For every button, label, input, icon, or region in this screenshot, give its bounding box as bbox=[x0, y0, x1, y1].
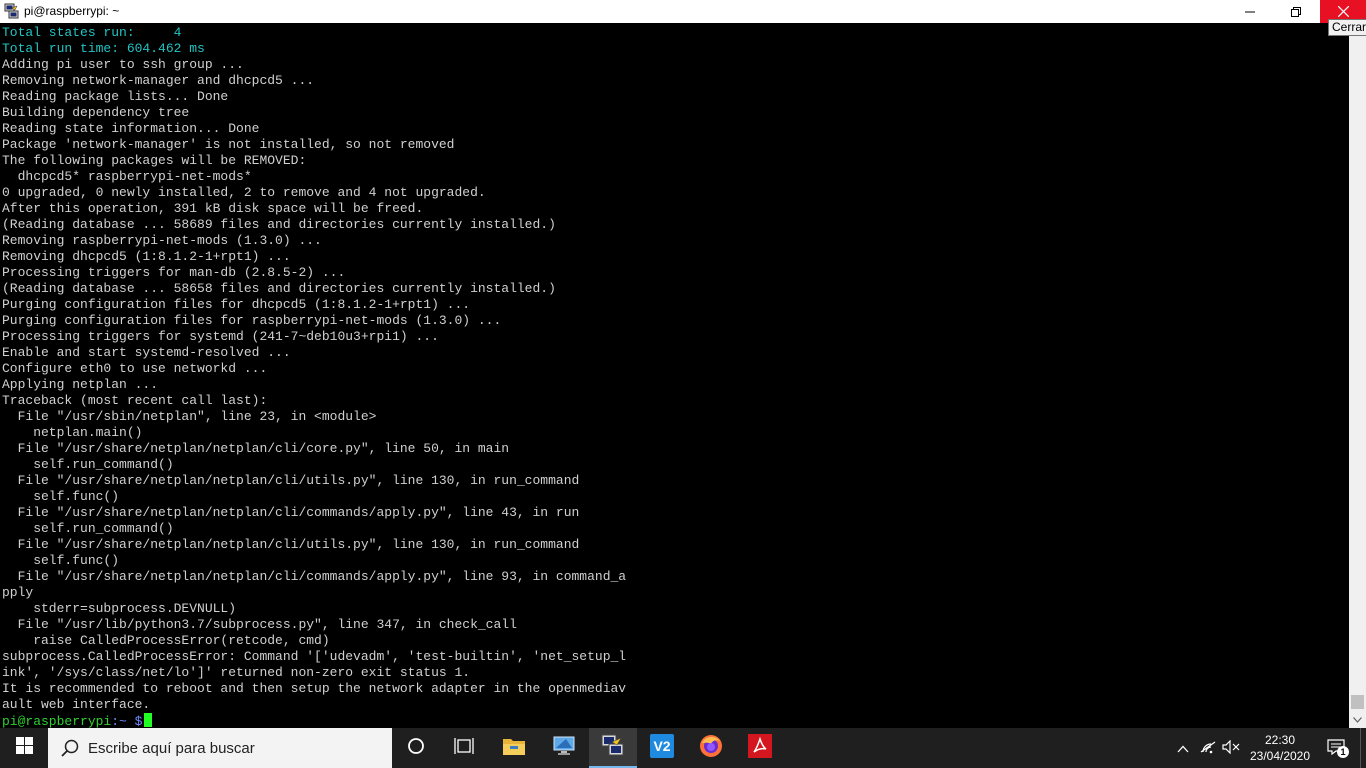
terminal-line: Traceback (most recent call last): bbox=[2, 393, 268, 408]
terminal-line: Removing network-manager and dhcpcd5 ... bbox=[2, 73, 315, 88]
terminal-prompt[interactable]: pi@raspberrypi:~ $ bbox=[0, 713, 1349, 728]
terminal-line: Purging configuration files for raspberr… bbox=[2, 313, 502, 328]
remote-desktop-icon bbox=[552, 735, 576, 762]
terminal-line: The following packages will be REMOVED: bbox=[2, 153, 307, 168]
clock-date: 23/04/2020 bbox=[1249, 749, 1311, 763]
volume-muted-icon bbox=[1222, 739, 1240, 757]
terminal-line: File "/usr/share/netplan/netplan/cli/com… bbox=[2, 569, 627, 584]
terminal-line: subprocess.CalledProcessError: Command '… bbox=[2, 649, 627, 664]
remote-desktop-button[interactable] bbox=[540, 728, 588, 768]
prompt-path: :~ bbox=[111, 714, 127, 728]
terminal-line: Adding pi user to ssh group ... bbox=[2, 57, 244, 72]
terminal-line: Processing triggers for systemd (241-7~d… bbox=[2, 329, 439, 344]
start-button[interactable] bbox=[0, 728, 48, 768]
prompt-user-host: pi@raspberrypi bbox=[2, 714, 112, 728]
firefox-icon bbox=[699, 734, 723, 763]
window-title-bar[interactable]: pi@raspberrypi: ~ bbox=[0, 0, 1366, 23]
terminal-line: Applying netplan ... bbox=[2, 377, 159, 392]
notification-icon: 1 bbox=[1327, 739, 1349, 758]
show-hidden-icons-button[interactable] bbox=[1172, 728, 1194, 768]
putty-icon bbox=[4, 3, 20, 19]
terminal-line: raise CalledProcessError(retcode, cmd) bbox=[2, 633, 330, 648]
terminal-line: stderr=subprocess.DEVNULL) bbox=[2, 601, 237, 616]
notification-count-badge: 1 bbox=[1337, 746, 1349, 758]
terminal-line: Processing triggers for man-db (2.8.5-2)… bbox=[2, 265, 346, 280]
terminal-line: Purging configuration files for dhcpcd5 … bbox=[2, 297, 471, 312]
terminal-line: File "/usr/sbin/netplan", line 23, in <m… bbox=[2, 409, 377, 424]
putty-taskbar-button[interactable] bbox=[589, 728, 637, 768]
acrobat-button[interactable] bbox=[736, 728, 784, 768]
search-placeholder: Escribe aquí para buscar bbox=[88, 740, 255, 757]
volume-tray-button[interactable] bbox=[1220, 728, 1242, 768]
terminal-line: dhcpcd5* raspberrypi-net-mods* bbox=[2, 169, 252, 184]
terminal-line: pply bbox=[2, 585, 34, 600]
terminal-line: self.run_command() bbox=[2, 457, 174, 472]
vnc-icon: V2 bbox=[650, 733, 674, 763]
terminal-line: Removing raspberrypi-net-mods (1.3.0) ..… bbox=[2, 233, 322, 248]
terminal-line: Total states run: 4 bbox=[2, 25, 182, 40]
terminal-line: Package 'network-manager' is not install… bbox=[2, 137, 455, 152]
terminal-line: File "/usr/share/netplan/netplan/cli/uti… bbox=[2, 537, 580, 552]
circle-icon bbox=[407, 737, 425, 760]
terminal-line: self.run_command() bbox=[2, 521, 174, 536]
terminal-cursor bbox=[144, 713, 153, 727]
vnc-viewer-button[interactable]: V2 bbox=[638, 728, 686, 768]
terminal-line: Total run time: 604.462 ms bbox=[2, 41, 205, 56]
cortana-button[interactable] bbox=[392, 728, 440, 768]
vertical-scrollbar[interactable] bbox=[1349, 23, 1366, 728]
firefox-button[interactable] bbox=[687, 728, 735, 768]
terminal-line: (Reading database ... 58658 files and di… bbox=[2, 281, 556, 296]
svg-text:V2: V2 bbox=[653, 738, 670, 754]
scrollbar-thumb[interactable] bbox=[1351, 695, 1364, 709]
terminal-line: Removing dhcpcd5 (1:8.1.2-1+rpt1) ... bbox=[2, 249, 291, 264]
taskbar: Escribe aquí para buscar V2 22:30 23/04/… bbox=[0, 728, 1366, 768]
network-tray-button[interactable] bbox=[1196, 728, 1220, 768]
terminal-line: File "/usr/lib/python3.7/subprocess.py",… bbox=[2, 617, 517, 632]
windows-logo-icon bbox=[15, 737, 33, 759]
acrobat-icon bbox=[748, 733, 772, 763]
terminal-line: 0 upgraded, 0 newly installed, 2 to remo… bbox=[2, 185, 486, 200]
putty-icon bbox=[600, 733, 626, 762]
restore-button[interactable] bbox=[1273, 0, 1319, 23]
prompt-symbol: $ bbox=[126, 714, 143, 728]
close-tooltip: Cerrar bbox=[1328, 19, 1366, 36]
terminal-line: Configure eth0 to use networkd ... bbox=[2, 361, 268, 376]
terminal-line: Building dependency tree bbox=[2, 105, 190, 120]
clock-time: 22:30 bbox=[1264, 733, 1296, 747]
task-view-button[interactable] bbox=[440, 728, 488, 768]
search-icon bbox=[61, 739, 79, 762]
window-title: pi@raspberrypi: ~ bbox=[24, 4, 120, 18]
folder-icon bbox=[502, 736, 526, 761]
terminal-line: Enable and start systemd-resolved ... bbox=[2, 345, 291, 360]
file-explorer-button[interactable] bbox=[490, 728, 538, 768]
taskbar-search-box[interactable]: Escribe aquí para buscar bbox=[48, 728, 392, 768]
terminal-line: File "/usr/share/netplan/netplan/cli/com… bbox=[2, 505, 580, 520]
chevron-up-icon bbox=[1177, 741, 1189, 756]
wifi-icon bbox=[1199, 740, 1217, 757]
terminal-output[interactable]: Total states run: 4 Total run time: 604.… bbox=[0, 23, 1349, 728]
terminal-line: self.func() bbox=[2, 489, 120, 504]
show-desktop-button[interactable] bbox=[1360, 728, 1366, 768]
terminal-line: File "/usr/share/netplan/netplan/cli/uti… bbox=[2, 473, 580, 488]
taskbar-clock[interactable]: 22:30 23/04/2020 bbox=[1240, 732, 1320, 764]
terminal-line: (Reading database ... 58689 files and di… bbox=[2, 217, 556, 232]
terminal-line: ink', '/sys/class/net/lo']' returned non… bbox=[2, 665, 471, 680]
action-center-button[interactable]: 1 bbox=[1322, 728, 1352, 768]
terminal-line: self.func() bbox=[2, 553, 120, 568]
terminal-line: Reading state information... Done bbox=[2, 121, 260, 136]
terminal-line: ault web interface. bbox=[2, 697, 151, 712]
task-view-icon bbox=[454, 737, 474, 760]
terminal-line: After this operation, 391 kB disk space … bbox=[2, 201, 424, 216]
minimize-button[interactable] bbox=[1227, 0, 1273, 23]
terminal-line: File "/usr/share/netplan/netplan/cli/cor… bbox=[2, 441, 510, 456]
terminal-line: Reading package lists... Done bbox=[2, 89, 229, 104]
terminal-lines: Total states run: 4 Total run time: 604.… bbox=[0, 23, 1349, 713]
terminal-line: It is recommended to reboot and then set… bbox=[2, 681, 627, 696]
scroll-down-arrow-icon[interactable] bbox=[1349, 711, 1366, 728]
terminal-line: netplan.main() bbox=[2, 425, 143, 440]
